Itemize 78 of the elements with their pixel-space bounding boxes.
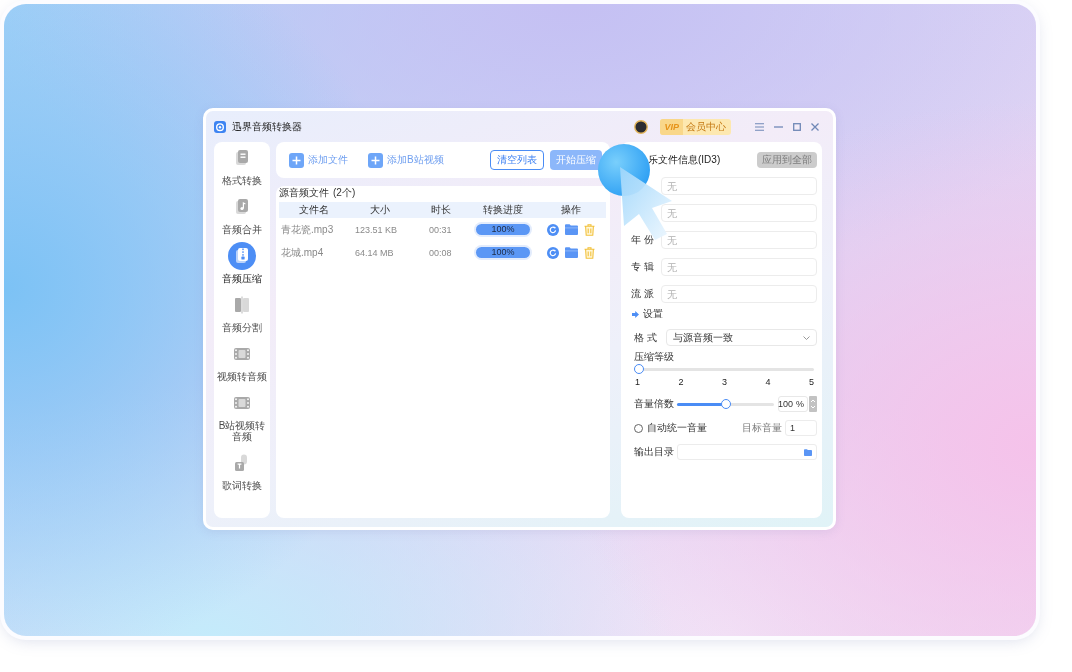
- trash-icon[interactable]: [583, 246, 595, 259]
- slider-track[interactable]: [634, 364, 814, 374]
- music-file-icon: [233, 198, 251, 216]
- sidebar-item[interactable]: 音频压缩: [216, 242, 268, 284]
- app-logo-icon: [214, 120, 226, 133]
- sidebar-item[interactable]: 音频分割: [216, 291, 268, 333]
- close-icon[interactable]: [811, 122, 819, 131]
- slider-track[interactable]: [677, 399, 774, 409]
- arrow-icon: [632, 310, 639, 318]
- tick-label: 4: [765, 377, 771, 387]
- column-header: 操作: [560, 204, 581, 215]
- plus-icon: [368, 152, 383, 168]
- table-cell: 123.51 KB: [355, 224, 398, 235]
- list-title: 源音频文件: [279, 186, 329, 200]
- folder-icon[interactable]: [564, 247, 578, 258]
- text-field[interactable]: 无: [661, 177, 817, 195]
- number-field[interactable]: 1: [785, 420, 817, 436]
- column-header: 转换进度: [483, 204, 523, 215]
- radio-button[interactable]: [634, 423, 643, 433]
- window-title: 迅界音频转换器: [232, 119, 302, 134]
- slider-thumb[interactable]: [634, 364, 644, 374]
- spinner-icon[interactable]: [809, 396, 817, 412]
- film-icon: [233, 345, 251, 363]
- split-panels-icon: [233, 296, 251, 314]
- section-title: 设置: [643, 307, 663, 321]
- sidebar-item[interactable]: B站视频转音频: [216, 389, 268, 442]
- folder-icon[interactable]: [564, 224, 578, 235]
- field-label: 专 辑: [631, 260, 655, 274]
- column-header: 时长: [431, 204, 451, 215]
- slider-label: 音量倍数: [634, 397, 674, 411]
- trash-icon[interactable]: [583, 223, 595, 236]
- slider-label: 压缩等级: [634, 350, 674, 364]
- refresh-icon[interactable]: [546, 246, 559, 259]
- refresh-icon[interactable]: [546, 223, 559, 236]
- document-icon: [233, 149, 251, 167]
- zip-file-icon: [228, 242, 256, 270]
- column-header: 文件名: [299, 204, 329, 215]
- panel-title: 乐文件信息(ID3): [648, 153, 721, 167]
- table-cell: 64.14 MB: [355, 247, 394, 258]
- progress-label: 100%: [491, 247, 515, 258]
- minimize-icon[interactable]: [774, 125, 783, 128]
- clear-list-button[interactable]: 清空列表: [490, 150, 544, 170]
- sidebar-item[interactable]: 格式转换: [216, 144, 268, 186]
- film-icon: [233, 394, 251, 412]
- number-field[interactable]: 100 %: [778, 396, 808, 412]
- menu-icon[interactable]: [755, 122, 764, 131]
- sidebar-item[interactable]: 视频转音频: [216, 340, 268, 382]
- tick-label: 1: [635, 377, 640, 387]
- text-field[interactable]: 无: [661, 204, 817, 222]
- plus-icon: [289, 152, 304, 168]
- table-cell: 青花瓷.mp3: [281, 222, 334, 237]
- field-label: 输出目录: [634, 445, 674, 459]
- file-count: (2个): [333, 186, 356, 200]
- maximize-icon[interactable]: [793, 122, 801, 131]
- tick-label: 3: [721, 377, 727, 387]
- field-label: 流 派: [631, 287, 655, 301]
- avatar-icon[interactable]: [634, 119, 649, 134]
- folder-icon[interactable]: [804, 448, 812, 456]
- slider-thumb[interactable]: [720, 399, 731, 409]
- column-header: 大小: [370, 204, 390, 215]
- text-field[interactable]: 无: [661, 231, 817, 249]
- progress-label: 100%: [491, 224, 515, 235]
- field-label: 目标音量: [742, 421, 782, 435]
- table-cell: 花城.mp4: [281, 245, 324, 260]
- sidebar-item[interactable]: 音频合并: [216, 193, 268, 235]
- format-select[interactable]: 与源音频一致: [666, 329, 817, 346]
- tick-label: 5: [808, 377, 814, 387]
- field-label: 格 式: [634, 330, 658, 345]
- table-cell: 00:31: [429, 224, 452, 235]
- text-field[interactable]: 无: [661, 258, 817, 276]
- text-field[interactable]: 无: [661, 285, 817, 303]
- caret-icon: [803, 335, 810, 340]
- sidebar-item[interactable]: 歌词转换: [216, 449, 268, 491]
- radio-label: 自动统一音量: [647, 421, 707, 435]
- field-label: 年 份: [631, 233, 655, 247]
- tick-label: 2: [678, 377, 684, 387]
- table-cell: 00:08: [429, 247, 452, 258]
- output-path-field[interactable]: [677, 444, 817, 460]
